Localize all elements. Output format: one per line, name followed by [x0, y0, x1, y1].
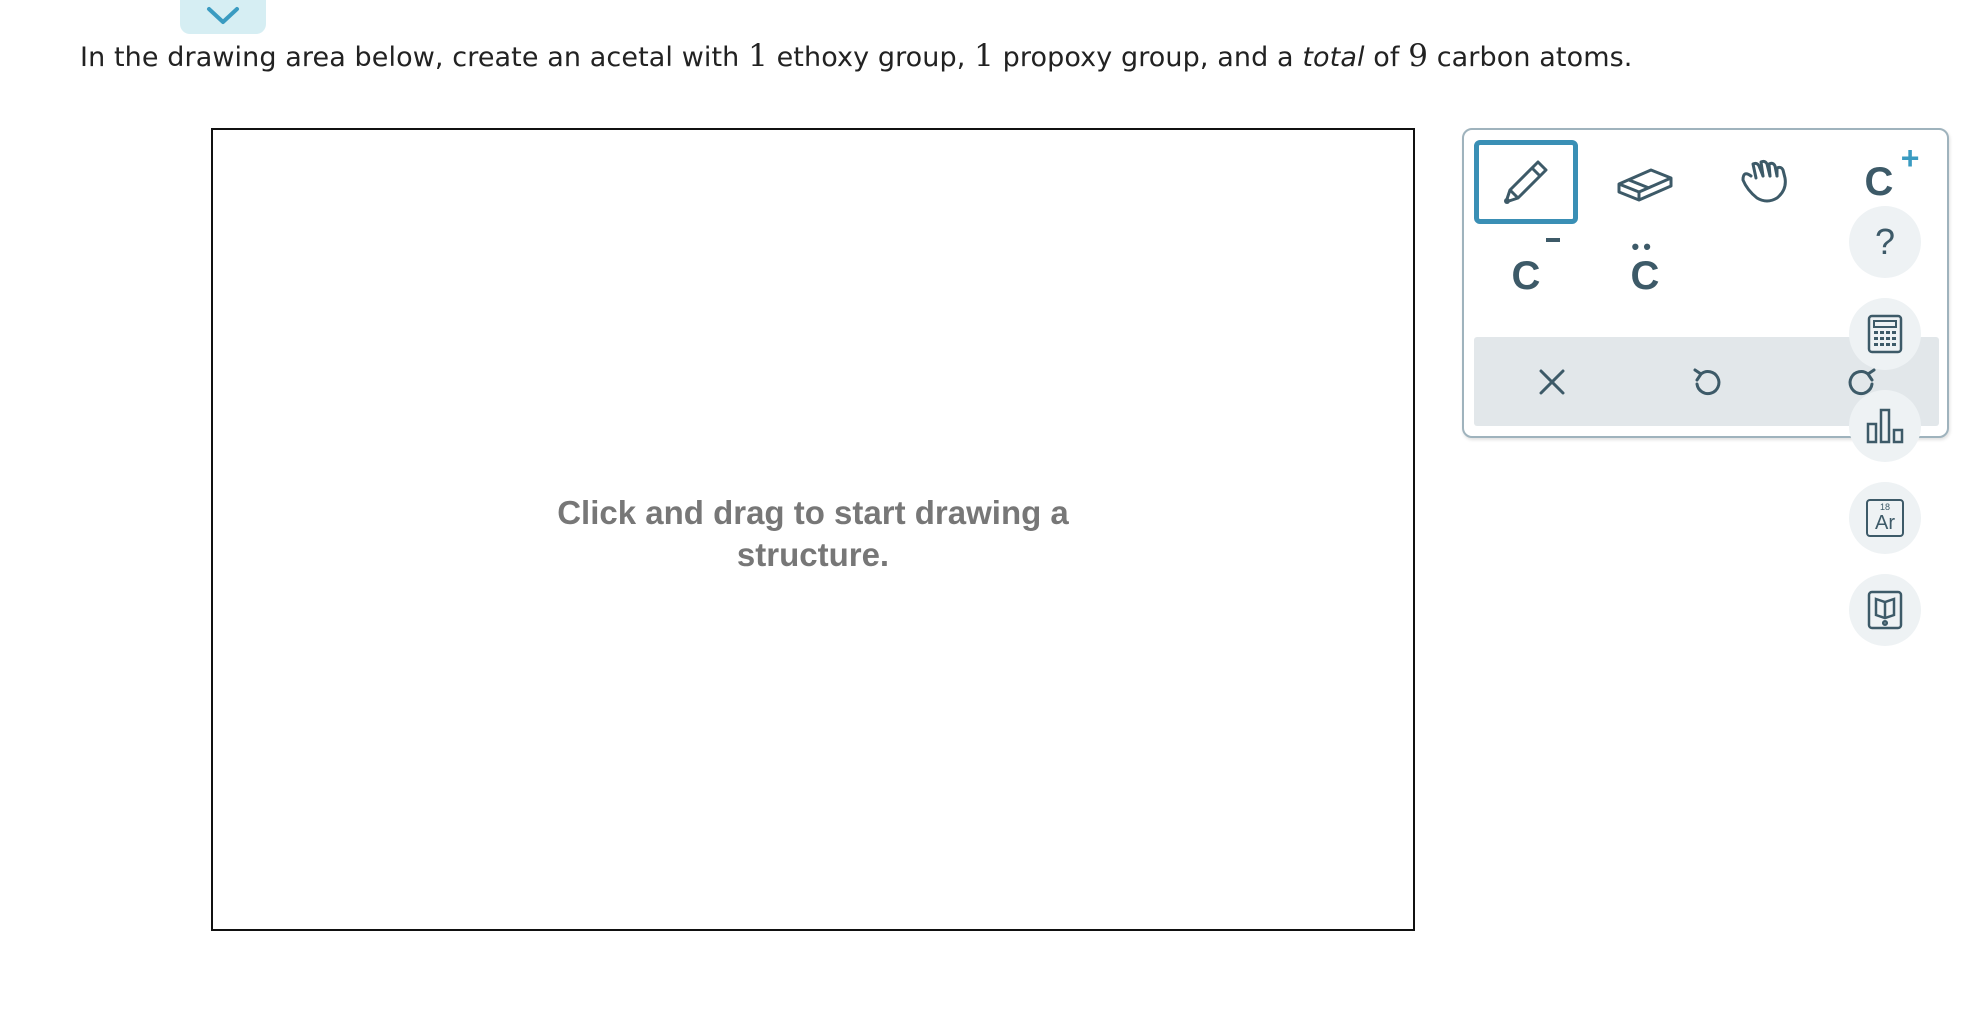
question-text: In the drawing area below, create an ace… — [80, 38, 1632, 74]
eraser-tool[interactable] — [1593, 140, 1697, 224]
question-part: ethoxy group, — [767, 42, 975, 73]
calculator-button[interactable] — [1849, 298, 1921, 370]
question-part: propoxy group, and a — [993, 42, 1303, 73]
pencil-icon — [1504, 160, 1548, 204]
lone-pair-dots: •• — [1631, 233, 1655, 259]
question-emphasis: total — [1302, 42, 1365, 73]
lone-pair-tool[interactable]: •• C — [1593, 234, 1697, 318]
reference-button[interactable] — [1849, 574, 1921, 646]
canvas-hint: Click and drag to start drawing a struct… — [213, 492, 1413, 576]
bar-chart-icon — [1866, 408, 1904, 444]
element-symbol: Ar — [1875, 512, 1895, 534]
hand-tool[interactable] — [1713, 140, 1817, 224]
help-button[interactable]: ? — [1849, 206, 1921, 278]
canvas-hint-line: Click and drag to start drawing a — [557, 494, 1069, 531]
cation-label: C — [1864, 159, 1894, 204]
atomic-number: 18 — [1879, 502, 1890, 512]
close-icon — [1539, 369, 1564, 394]
periodic-table-button[interactable]: 18 Ar — [1849, 482, 1921, 554]
collapse-tab[interactable] — [180, 0, 266, 34]
minus-charge-icon — [1546, 237, 1561, 242]
plus-charge: + — [1900, 139, 1920, 176]
anion-label: C — [1511, 253, 1541, 298]
ethoxy-count: 1 — [748, 38, 768, 74]
question-part: In the drawing area below, create an ace… — [80, 42, 749, 73]
undo-button[interactable] — [1629, 337, 1784, 426]
drawing-canvas[interactable]: Click and drag to start drawing a struct… — [211, 128, 1415, 931]
eraser-icon — [1617, 168, 1673, 202]
pencil-tool[interactable] — [1474, 140, 1578, 224]
clear-button[interactable] — [1474, 337, 1629, 426]
question-mark-icon: ? — [1874, 221, 1896, 262]
calculator-icon — [1867, 314, 1903, 354]
carbon-count: 9 — [1408, 38, 1429, 74]
hand-icon — [1741, 159, 1787, 203]
reference-book-icon — [1867, 590, 1903, 630]
chevron-down-icon — [207, 7, 239, 24]
data-button[interactable] — [1849, 390, 1921, 462]
lone-pair-label: C — [1630, 253, 1660, 298]
question-part: of — [1364, 42, 1409, 73]
question-part: carbon atoms. — [1428, 42, 1633, 73]
anion-tool[interactable]: C — [1474, 234, 1578, 318]
propoxy-count: 1 — [974, 38, 994, 74]
periodic-element-icon: 18 Ar — [1866, 499, 1904, 537]
undo-icon — [1693, 368, 1720, 395]
canvas-hint-line: structure. — [736, 536, 890, 573]
